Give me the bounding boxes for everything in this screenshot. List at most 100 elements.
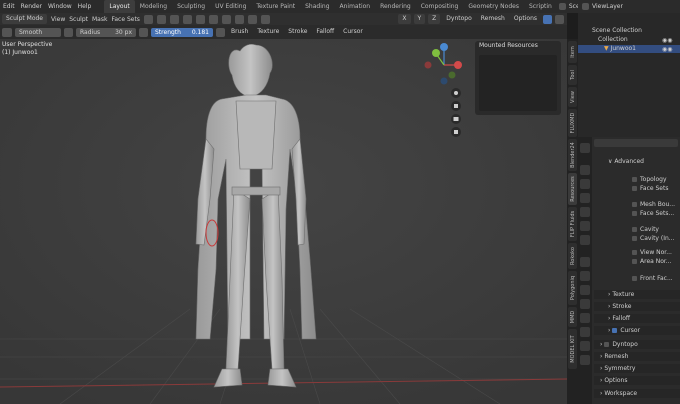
- viewlayer-icon[interactable]: [582, 3, 589, 10]
- cursor-dropdown[interactable]: Cursor: [340, 27, 366, 37]
- menu-mask[interactable]: Mask: [92, 16, 107, 23]
- outliner-row-scene-collection[interactable]: Scene Collection: [578, 27, 680, 35]
- output-props-icon[interactable]: [580, 179, 590, 189]
- options-dropdown[interactable]: Options: [511, 14, 540, 24]
- strength-field[interactable]: Strength 0.181: [151, 27, 213, 37]
- sidetab-polygoniq[interactable]: Polygoniq: [568, 271, 577, 305]
- checkbox[interactable]: [632, 202, 637, 207]
- light-icon[interactable]: [208, 14, 218, 24]
- outliner-row-object[interactable]: ▼ Junwoo1 ◉◉: [578, 45, 680, 53]
- material-props-icon[interactable]: [580, 341, 590, 351]
- outliner-row-collection[interactable]: Collection ◉◉: [578, 36, 680, 44]
- menu-face-sets[interactable]: Face Sets: [111, 16, 139, 23]
- menu-render[interactable]: Render: [18, 0, 45, 13]
- prop-row-symmetry[interactable]: › Symmetry: [594, 364, 680, 373]
- workspace-tab-layout[interactable]: Layout: [104, 0, 135, 13]
- menu-view[interactable]: View: [51, 16, 65, 23]
- gizmo-icon[interactable]: [182, 14, 192, 24]
- armature-icon[interactable]: [260, 14, 270, 24]
- checkbox[interactable]: [632, 236, 637, 241]
- sidetab-blender24[interactable]: Blender24: [568, 139, 577, 171]
- sidetab-rokoko[interactable]: Rokoko: [568, 243, 577, 269]
- prop-row-area-nor[interactable]: Area Nor...: [594, 257, 680, 266]
- dyntopo-dropdown[interactable]: Dyntopo: [443, 14, 474, 24]
- visibility-toggle-icon[interactable]: [143, 14, 153, 24]
- workspace-tab-shading[interactable]: Shading: [300, 0, 334, 13]
- tool-props-icon[interactable]: [580, 143, 590, 153]
- properties-search[interactable]: [594, 139, 678, 147]
- checkbox[interactable]: [632, 227, 637, 232]
- workspace-tab-geometry-nodes[interactable]: Geometry Nodes: [463, 0, 524, 13]
- workspace-tab-rendering[interactable]: Rendering: [375, 0, 416, 13]
- scene-icon[interactable]: [558, 3, 566, 10]
- sidetab-flip-fluids[interactable]: FLIP Fluids: [568, 207, 577, 241]
- symmetry-z-toggle[interactable]: Z: [428, 14, 441, 24]
- brush-menu-icon[interactable]: [64, 27, 73, 37]
- scene-props-icon[interactable]: [580, 207, 590, 217]
- texture-dropdown[interactable]: Texture: [254, 27, 282, 37]
- checkbox[interactable]: [632, 211, 637, 216]
- camera-icon[interactable]: [195, 14, 205, 24]
- symmetry-y-toggle[interactable]: Y: [413, 14, 426, 24]
- object-visibility-icon[interactable]: ◉◉: [662, 46, 676, 53]
- radius-field[interactable]: Radius 30 px: [76, 27, 136, 37]
- menu-sculpt[interactable]: Sculpt: [69, 16, 88, 23]
- menu-help[interactable]: Help: [75, 0, 95, 13]
- sidetab-fluxmd[interactable]: FLUXMD: [568, 109, 577, 137]
- empty-icon[interactable]: [247, 14, 257, 24]
- prop-row-advanced[interactable]: ∨ Advanced: [594, 157, 680, 166]
- brush-name-field[interactable]: Smooth: [15, 27, 61, 37]
- sidetab-tool[interactable]: Tool: [568, 65, 577, 85]
- zoom-icon[interactable]: [454, 91, 458, 95]
- shading-material-icon[interactable]: [555, 14, 564, 24]
- eye-icon[interactable]: ◉◉: [662, 37, 676, 44]
- prop-row-view-nor[interactable]: View Nor...: [594, 248, 680, 257]
- sidetab-item[interactable]: Item: [568, 41, 577, 63]
- camera-view-icon[interactable]: [453, 117, 459, 121]
- texture-props-icon[interactable]: [580, 355, 590, 365]
- prop-row-topology[interactable]: Topology: [594, 175, 680, 184]
- 3d-viewport[interactable]: User Perspective (1) Junwoo1 Mounted Res…: [0, 39, 567, 404]
- constraints-props-icon[interactable]: [580, 313, 590, 323]
- object-props-icon[interactable]: [580, 257, 590, 267]
- prop-row-cursor[interactable]: › Cursor: [594, 326, 680, 335]
- workspace-tab-texture-paint[interactable]: Texture Paint: [251, 0, 300, 13]
- prop-row-front-fac[interactable]: Front Fac...: [594, 274, 680, 283]
- prop-row-options[interactable]: › Options: [594, 376, 680, 385]
- pressure-radius-icon[interactable]: [139, 27, 148, 37]
- pan-hand-icon[interactable]: [454, 104, 458, 108]
- viewlayer-name[interactable]: ViewLayer: [592, 3, 623, 10]
- prop-row-dyntopo[interactable]: › Dyntopo: [594, 340, 680, 349]
- particles-props-icon[interactable]: [580, 285, 590, 295]
- workspace-tab-modeling[interactable]: Modeling: [135, 0, 172, 13]
- curve-icon[interactable]: [234, 14, 244, 24]
- checkbox[interactable]: [632, 276, 637, 281]
- sidetab-mmd[interactable]: MMD: [568, 307, 577, 327]
- prop-row-mesh-bou[interactable]: Mesh Bou...: [594, 200, 680, 209]
- workspace-tab-sculpting[interactable]: Sculpting: [172, 0, 210, 13]
- menu-window[interactable]: Window: [45, 0, 75, 13]
- checkbox[interactable]: [632, 259, 637, 264]
- prop-row-cavity-in[interactable]: Cavity (In...: [594, 234, 680, 243]
- mounted-resources-area[interactable]: [479, 55, 557, 111]
- view-layer-props-icon[interactable]: [580, 193, 590, 203]
- prop-row-face-sets[interactable]: Face Sets...: [594, 209, 680, 218]
- workspace-tab-uv-editing[interactable]: UV Editing: [210, 0, 251, 13]
- mesh-icon[interactable]: [221, 14, 231, 24]
- prop-row-cavity[interactable]: Cavity: [594, 225, 680, 234]
- perspective-grid-icon[interactable]: [454, 130, 458, 134]
- modifier-props-icon[interactable]: [580, 271, 590, 281]
- checkbox[interactable]: [632, 177, 637, 182]
- workspace-tab-scripting[interactable]: Scriptin: [524, 0, 557, 13]
- mode-select[interactable]: Sculpt Mode: [2, 14, 47, 24]
- prop-row-face-sets[interactable]: Face Sets: [594, 184, 680, 193]
- pressure-strength-icon[interactable]: [216, 27, 225, 37]
- checkbox[interactable]: [632, 250, 637, 255]
- prop-row-workspace[interactable]: › Workspace: [594, 389, 680, 398]
- sidetab-model-kit[interactable]: MODEL KIT: [568, 329, 577, 369]
- sidetab-view[interactable]: View: [568, 87, 577, 107]
- sidetab-resources[interactable]: Resources: [568, 173, 577, 205]
- stroke-dropdown[interactable]: Stroke: [285, 27, 310, 37]
- symmetry-x-toggle[interactable]: X: [398, 14, 411, 24]
- physics-props-icon[interactable]: [580, 299, 590, 309]
